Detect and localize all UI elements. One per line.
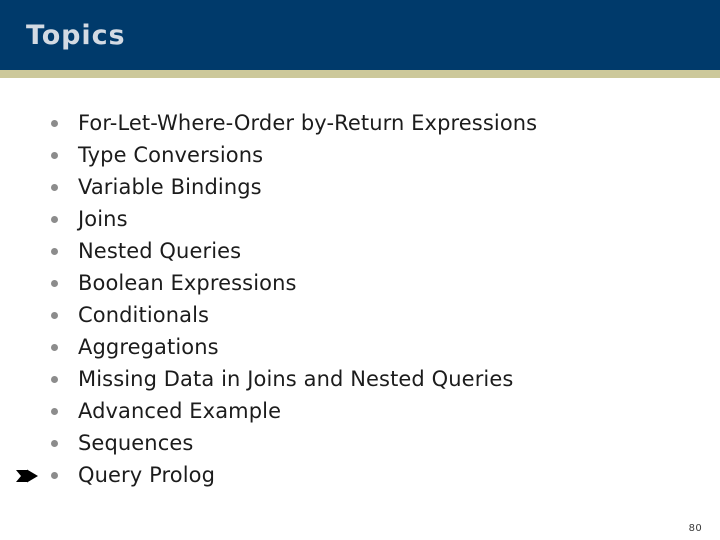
bullet-dot-icon	[51, 280, 58, 287]
list-item[interactable]: Nested Queries	[0, 235, 720, 267]
page-number: 80	[688, 523, 702, 534]
bullet-dot-icon	[51, 248, 58, 255]
list-item-label: Missing Data in Joins and Nested Queries	[78, 367, 514, 391]
page-title: Topics	[26, 20, 126, 51]
list-item-label: Joins	[78, 207, 128, 231]
list-item[interactable]: Advanced Example	[0, 395, 720, 427]
list-item-label: Advanced Example	[78, 399, 282, 423]
right-arrow-marker-icon	[16, 469, 38, 483]
list-item-label: Query Prolog	[78, 463, 216, 487]
list-item-label: Variable Bindings	[78, 175, 262, 199]
bullet-dot-icon	[51, 408, 58, 415]
list-item[interactable]: Missing Data in Joins and Nested Queries	[0, 363, 720, 395]
slide-body: For-Let-Where-Order by-Return Expression…	[0, 78, 720, 540]
bullet-dot-icon	[51, 344, 58, 351]
bullet-dot-icon	[51, 184, 58, 191]
list-item-label: Type Conversions	[78, 143, 264, 167]
list-item-label: Conditionals	[78, 303, 210, 327]
list-item[interactable]: Query Prolog	[0, 459, 720, 491]
bullet-dot-icon	[51, 472, 58, 479]
bullet-dot-icon	[51, 312, 58, 319]
bullet-dot-icon	[51, 440, 58, 447]
list-item[interactable]: Type Conversions	[0, 139, 720, 171]
slide-header: Topics	[0, 0, 720, 70]
list-item[interactable]: Aggregations	[0, 331, 720, 363]
list-item[interactable]: Variable Bindings	[0, 171, 720, 203]
list-item-label: Aggregations	[78, 335, 219, 359]
bullet-dot-icon	[51, 152, 58, 159]
list-item-label: Sequences	[78, 431, 194, 455]
slide: Topics For-Let-Where-Order by-Return Exp…	[0, 0, 720, 540]
list-item[interactable]: Sequences	[0, 427, 720, 459]
list-item[interactable]: Joins	[0, 203, 720, 235]
list-item[interactable]: Boolean Expressions	[0, 267, 720, 299]
topics-bullet-list: For-Let-Where-Order by-Return Expression…	[0, 107, 720, 491]
list-item-label: Nested Queries	[78, 239, 242, 263]
bullet-dot-icon	[51, 120, 58, 127]
bullet-dot-icon	[51, 376, 58, 383]
header-accent-rule	[0, 70, 720, 78]
list-item[interactable]: Conditionals	[0, 299, 720, 331]
bullet-dot-icon	[51, 216, 58, 223]
list-item-label: Boolean Expressions	[78, 271, 297, 295]
list-item-label: For-Let-Where-Order by-Return Expression…	[78, 111, 538, 135]
list-item[interactable]: For-Let-Where-Order by-Return Expression…	[0, 107, 720, 139]
